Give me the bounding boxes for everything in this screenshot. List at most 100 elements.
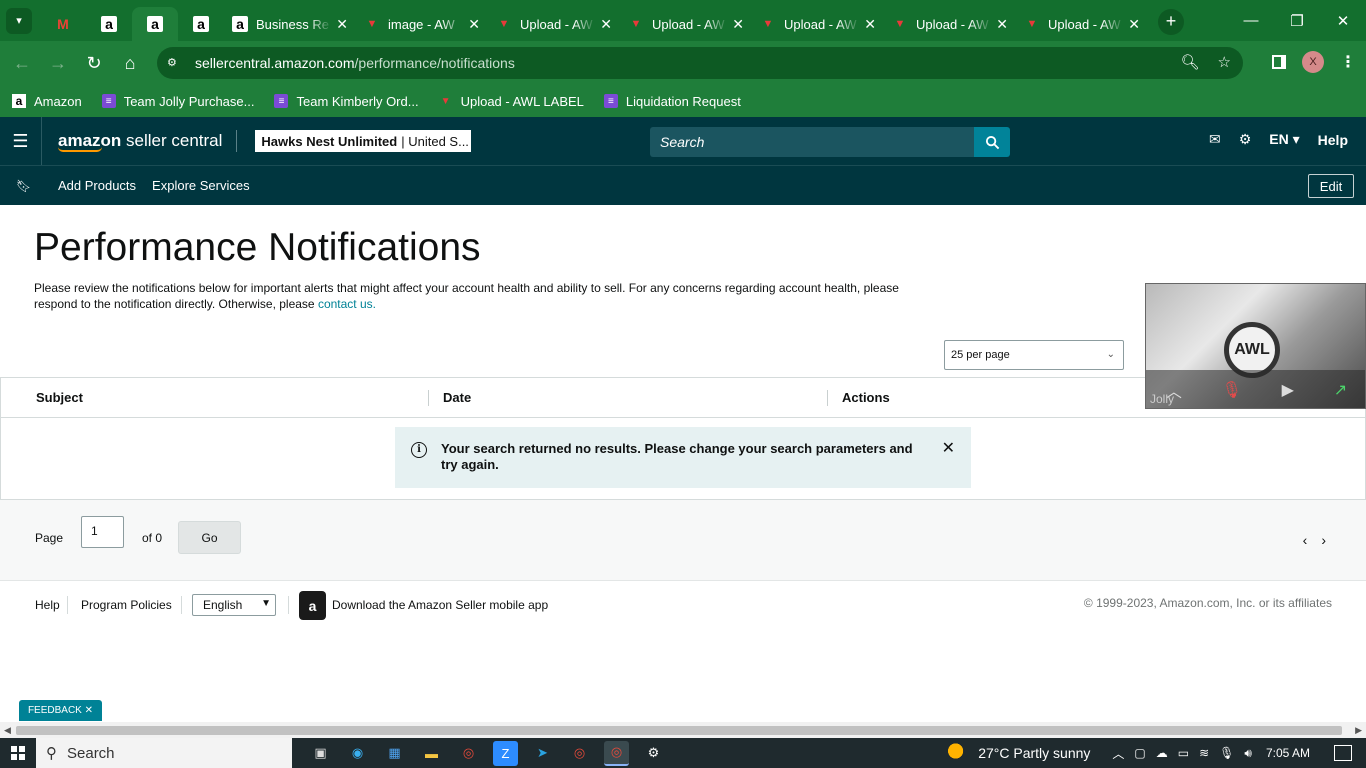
- download-app-link[interactable]: Download the Amazon Seller mobile app: [332, 598, 548, 612]
- close-window-icon[interactable]: ✕: [1320, 0, 1366, 41]
- tab-close-icon[interactable]: ✕: [996, 16, 1008, 33]
- page-number-input[interactable]: 1: [81, 516, 124, 548]
- browser-tab[interactable]: ▼ Upload - AW ✕: [1016, 7, 1148, 41]
- store-icon[interactable]: ▦: [382, 741, 407, 766]
- browser-tab[interactable]: M: [40, 7, 86, 41]
- contact-us-link[interactable]: contact us.: [318, 297, 376, 311]
- edit-nav-button[interactable]: Edit: [1308, 174, 1354, 198]
- telegram-icon[interactable]: ➤: [530, 741, 555, 766]
- amazon-icon: a: [232, 16, 248, 32]
- clock[interactable]: 7:05 AM: [1266, 746, 1310, 760]
- bookmark-item[interactable]: ≡ Team Jolly Purchase...: [101, 94, 254, 109]
- tab-close-icon[interactable]: ✕: [336, 16, 348, 33]
- language-selector[interactable]: EN ▾: [1269, 131, 1299, 148]
- bookmark-item[interactable]: ≡ Team Kimberly Ord...: [274, 94, 419, 109]
- per-page-select[interactable]: 25 per page ⌄: [944, 340, 1124, 370]
- search-input[interactable]: Search: [650, 127, 974, 157]
- go-button[interactable]: Go: [178, 521, 241, 554]
- url-text[interactable]: sellercentral.amazon.com/performance/not…: [195, 55, 515, 71]
- feedback-button[interactable]: FEEDBACK ✕: [19, 700, 102, 721]
- chevron-up-icon[interactable]: ︿: [1112, 745, 1124, 762]
- footer-language-select[interactable]: English ▼: [192, 594, 276, 616]
- bookmark-icon[interactable]: 🔖︎: [16, 179, 31, 193]
- tab-close-icon[interactable]: ✕: [732, 16, 744, 33]
- close-icon[interactable]: ✕: [942, 441, 955, 474]
- nav-explore-services[interactable]: Explore Services: [152, 178, 250, 193]
- seller-central-logo[interactable]: amazon seller central: [58, 131, 222, 152]
- onedrive-icon[interactable]: ☁: [1156, 746, 1168, 760]
- chevron-left-icon[interactable]: ‹: [1303, 532, 1308, 548]
- meet-icon[interactable]: ▢: [1134, 746, 1145, 760]
- tab-close-icon[interactable]: ✕: [864, 16, 876, 33]
- settings-icon[interactable]: ⚙: [641, 741, 666, 766]
- mail-icon[interactable]: ✉: [1209, 131, 1221, 148]
- microphone-icon[interactable]: 🎙︎: [1219, 746, 1234, 760]
- side-panel-icon[interactable]: [1272, 55, 1286, 69]
- seller-central-header: ☰ amazon seller central Hawks Nest Unlim…: [0, 117, 1366, 165]
- share-screen-icon[interactable]: ↗: [1334, 380, 1347, 400]
- browser-tab[interactable]: ▼ Upload - AW ✕: [620, 7, 752, 41]
- volume-icon[interactable]: 🔊︎: [1244, 746, 1252, 761]
- tab-close-icon[interactable]: ✕: [468, 16, 480, 33]
- new-tab-button[interactable]: +: [1158, 8, 1184, 35]
- alert-text: Your search returned no results. Please …: [441, 441, 913, 472]
- mic-muted-icon[interactable]: 🎙︎: [1222, 380, 1242, 400]
- bookmark-item[interactable]: ≡ Liquidation Request: [603, 94, 741, 109]
- col-date[interactable]: Date: [443, 390, 471, 405]
- col-subject[interactable]: Subject: [36, 390, 83, 405]
- browser-tab[interactable]: ▼ Upload - AW ✕: [488, 7, 620, 41]
- camera-icon[interactable]: ▶: [1282, 380, 1294, 400]
- tab-close-icon[interactable]: ✕: [1128, 16, 1140, 33]
- chrome-profile-icon[interactable]: ◎: [567, 741, 592, 766]
- site-info-icon[interactable]: ⚙: [167, 56, 181, 70]
- program-policies-link[interactable]: Program Policies: [81, 598, 172, 612]
- search-button[interactable]: [974, 127, 1010, 157]
- task-view-icon[interactable]: ▣: [308, 741, 333, 766]
- file-explorer-icon[interactable]: ▬: [419, 741, 444, 766]
- settings-gear-icon[interactable]: ⚙: [1239, 131, 1252, 148]
- home-icon[interactable]: ⌂: [112, 53, 148, 74]
- browser-tab[interactable]: ▼ image - AW ✕: [356, 7, 488, 41]
- browser-tab[interactable]: a: [86, 7, 132, 41]
- video-call-overlay[interactable]: AWL ︿ 🎙︎ ▶ ↗ Jolly: [1145, 283, 1366, 409]
- zoom-app-icon[interactable]: Z: [493, 740, 518, 766]
- tab-close-icon[interactable]: ✕: [600, 16, 612, 33]
- amazon-app-icon[interactable]: a: [299, 591, 326, 620]
- help-link[interactable]: Help: [1318, 132, 1348, 148]
- bookmark-star-icon[interactable]: ☆: [1218, 53, 1231, 71]
- minimize-icon[interactable]: —: [1228, 0, 1274, 41]
- forward-icon[interactable]: →: [40, 53, 76, 74]
- battery-icon[interactable]: ▭: [1178, 746, 1189, 760]
- profile-avatar[interactable]: X: [1302, 51, 1324, 73]
- edge-icon[interactable]: ◉: [345, 741, 370, 766]
- weather-text[interactable]: 27°C Partly sunny: [978, 745, 1090, 761]
- restore-icon[interactable]: ❐: [1274, 0, 1320, 41]
- chrome-active-icon[interactable]: ◎: [604, 740, 629, 766]
- browser-menu-icon[interactable]: ⋮: [1340, 52, 1356, 72]
- wifi-icon[interactable]: ≋: [1199, 746, 1209, 760]
- browser-tab[interactable]: a: [178, 7, 224, 41]
- page-footer: Help Program Policies English ▼ a Downloa…: [0, 590, 1366, 620]
- reload-icon[interactable]: ↻: [76, 53, 112, 74]
- chrome-icon[interactable]: ◎: [456, 741, 481, 766]
- url-bar[interactable]: ⚙ sellercentral.amazon.com/performance/n…: [157, 47, 1243, 79]
- browser-tab[interactable]: a Business Re ✕: [224, 7, 356, 41]
- hamburger-menu-icon[interactable]: ☰: [0, 117, 42, 165]
- browser-tab[interactable]: a: [132, 7, 178, 41]
- zoom-icon[interactable]: 🔍︎: [1181, 53, 1200, 71]
- bookmark-item[interactable]: a Amazon: [12, 94, 82, 109]
- browser-tab[interactable]: ▼ Upload - AW ✕: [752, 7, 884, 41]
- horizontal-scrollbar[interactable]: ◀ ▶: [0, 722, 1366, 738]
- taskbar-search[interactable]: ⚲ Search: [36, 738, 292, 768]
- nav-add-products[interactable]: Add Products: [58, 178, 136, 193]
- browser-tab[interactable]: ▼ Upload - AW ✕: [884, 7, 1016, 41]
- account-switcher[interactable]: Hawks Nest Unlimited | United S...: [255, 130, 472, 152]
- bookmark-item[interactable]: ▼ Upload - AWL LABEL: [439, 94, 584, 109]
- windows-start-icon[interactable]: [0, 746, 36, 760]
- notification-icon[interactable]: [1334, 745, 1352, 761]
- back-icon[interactable]: ←: [4, 53, 40, 74]
- footer-help-link[interactable]: Help: [35, 598, 60, 612]
- tab-search-icon[interactable]: ▾: [6, 7, 32, 34]
- chevron-right-icon[interactable]: ›: [1321, 532, 1326, 548]
- scrollbar-thumb[interactable]: [16, 726, 1342, 735]
